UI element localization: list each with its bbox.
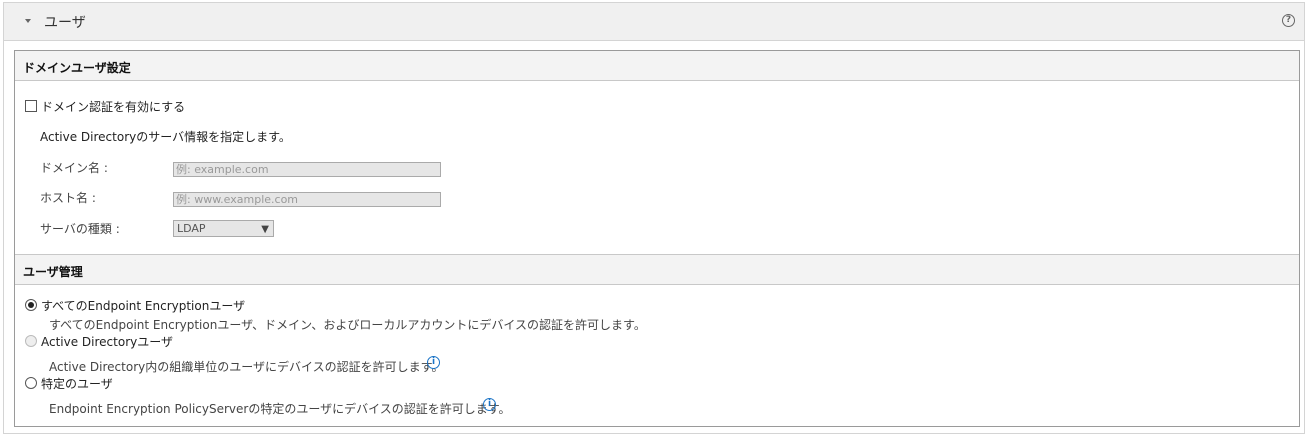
info-icon[interactable]: i (427, 356, 440, 369)
server-type-value: LDAP (177, 222, 206, 235)
server-type-select[interactable]: LDAP ▼ (173, 220, 274, 237)
enable-domain-auth-label[interactable]: ドメイン認証を有効にする (41, 98, 185, 115)
collapse-arrow-icon[interactable] (25, 19, 31, 23)
domain-name-input[interactable]: 例: example.com (173, 162, 441, 177)
specific-users-label[interactable]: 特定のユーザ (41, 375, 113, 392)
user-management-header: ユーザ管理 (15, 254, 1299, 285)
active-directory-users-label[interactable]: Active Directoryユーザ (41, 333, 173, 350)
host-name-input[interactable]: 例: www.example.com (173, 192, 441, 207)
domain-user-settings-header: ドメインユーザ設定 (15, 51, 1299, 81)
radio-all-users[interactable] (25, 299, 37, 311)
active-directory-users-description: Active Directory内の組織単位のユーザにデバイスの認証を許可します… (49, 360, 444, 374)
all-users-description: すべてのEndpoint Encryptionユーザ、ドメイン、およびローカルア… (49, 318, 646, 332)
panel-header[interactable]: ユーザ ? (4, 3, 1304, 41)
all-users-label[interactable]: すべてのEndpoint Encryptionユーザ (41, 297, 245, 314)
server-type-label: サーバの種類 : (40, 222, 120, 236)
panel-title: ユーザ (44, 15, 86, 31)
radio-selected-dot (28, 302, 34, 308)
section-title: ユーザ管理 (23, 265, 83, 279)
host-name-label: ホスト名 : (40, 191, 96, 205)
help-icon[interactable]: ? (1282, 14, 1295, 27)
domain-description: Active Directoryのサーバ情報を指定します。 (40, 130, 291, 144)
specific-users-description: Endpoint Encryption PolicyServerの特定のユーザに… (49, 402, 511, 416)
enable-domain-auth-checkbox[interactable] (25, 100, 37, 112)
radio-specific-users[interactable] (25, 377, 37, 389)
radio-active-directory-users[interactable] (25, 335, 37, 347)
domain-name-label: ドメイン名 : (40, 161, 108, 175)
section-title: ドメインユーザ設定 (23, 61, 131, 75)
settings-container: ドメインユーザ設定 ドメイン認証を有効にする Active Directoryの… (14, 50, 1300, 427)
info-icon[interactable]: i (483, 398, 496, 411)
chevron-down-icon: ▼ (261, 224, 269, 235)
users-panel: ユーザ ? ドメインユーザ設定 ドメイン認証を有効にする Active Dire… (3, 2, 1305, 434)
